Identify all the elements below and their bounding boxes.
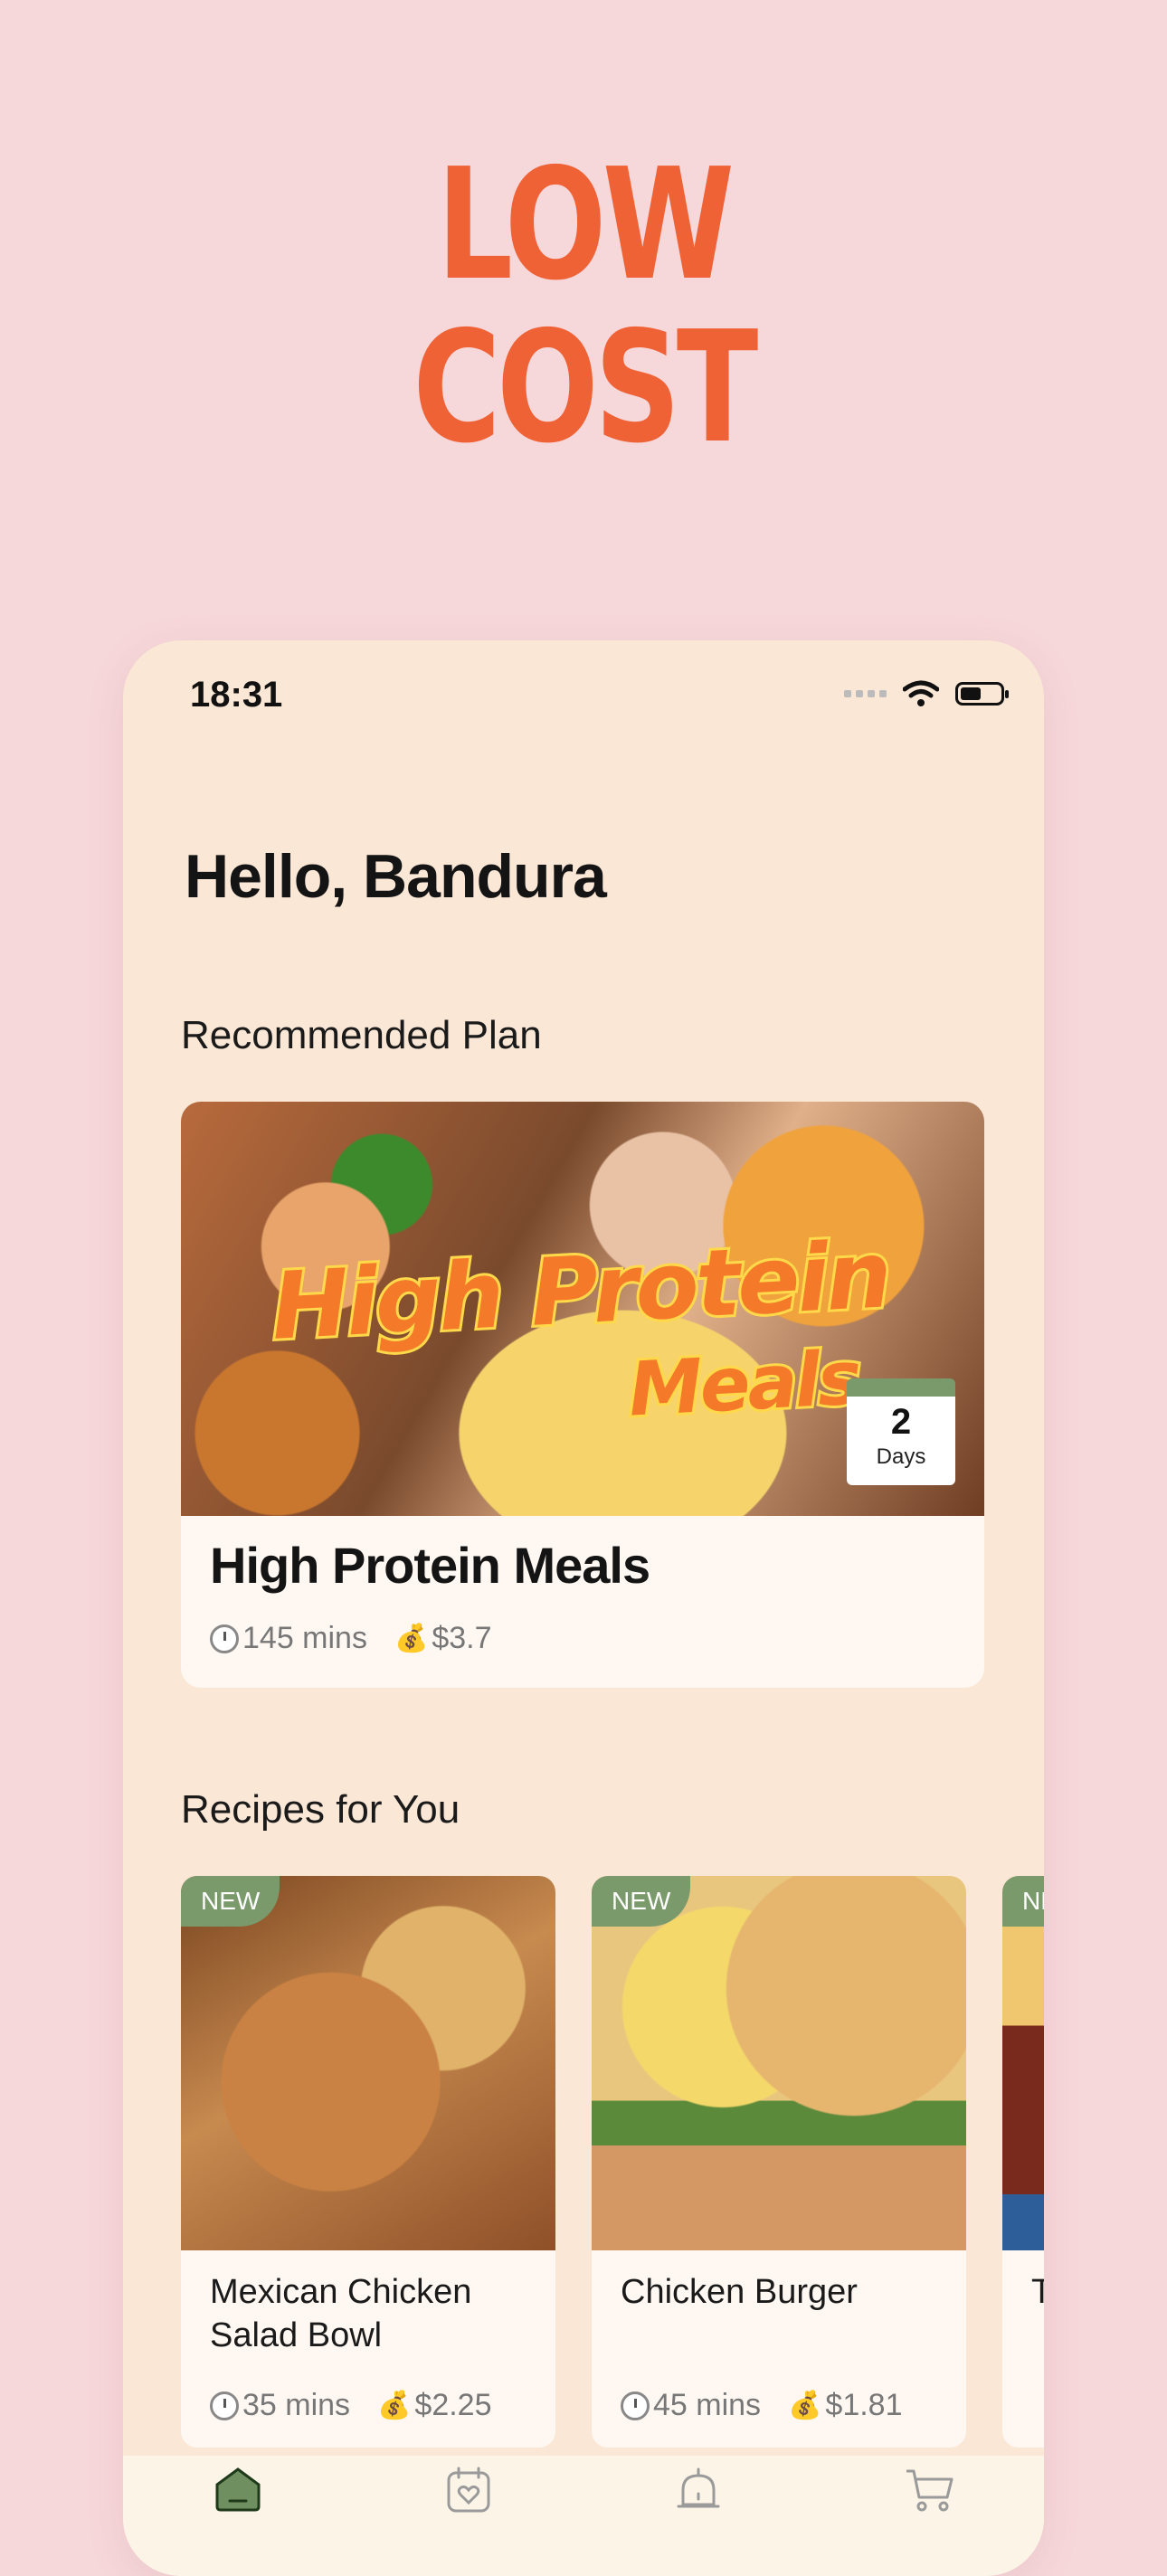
new-badge: NEW xyxy=(592,1876,691,1927)
plan-time: 145 mins xyxy=(242,1621,367,1655)
plan-image: High Protein Meals 2 Days xyxy=(181,1102,984,1516)
clock-icon xyxy=(210,2391,239,2420)
recipe-price: $1.81 xyxy=(825,2388,903,2422)
tab-cart[interactable] xyxy=(893,2456,965,2539)
recipes-heading: Recipes for You xyxy=(181,1787,460,1832)
cart-icon xyxy=(906,2469,954,2512)
home-icon xyxy=(215,2467,261,2512)
recipe-card[interactable]: NEW Mexican Chicken Salad Bowl 35 mins 💰… xyxy=(181,1876,555,2448)
bell-icon xyxy=(677,2467,720,2508)
new-badge: NEW xyxy=(1002,1876,1044,1927)
calendar-heart-icon xyxy=(447,2467,490,2513)
recipe-time: 35 mins xyxy=(242,2388,351,2422)
clock-icon xyxy=(210,1624,239,1653)
recipe-meta: 35 mins 💰 $2.25 xyxy=(210,2388,492,2423)
tab-home[interactable] xyxy=(202,2456,274,2539)
tab-notifications[interactable] xyxy=(662,2456,735,2539)
battery-icon xyxy=(955,682,1009,706)
money-bag-icon: 💰 xyxy=(788,2390,822,2420)
wifi-icon xyxy=(903,680,939,706)
plan-meta: 145 mins 💰 $3.7 xyxy=(210,1621,492,1656)
promo-headline-line2: COST xyxy=(413,298,758,478)
days-value: 2 xyxy=(890,1402,912,1442)
recipe-card[interactable]: NEW T xyxy=(1002,1876,1044,2448)
phone-screen: 18:31 Hello, Bandura Recommended Plan Hi… xyxy=(123,640,1044,2576)
recipe-image: NEW xyxy=(1002,1876,1044,2250)
plan-title: High Protein Meals xyxy=(210,1537,650,1594)
recipe-title: Mexican Chicken Salad Bowl xyxy=(210,2273,472,2354)
recipe-image: NEW xyxy=(592,1876,966,2250)
recipe-price: $2.25 xyxy=(414,2388,492,2422)
plan-price: $3.7 xyxy=(432,1621,492,1655)
new-badge: NEW xyxy=(181,1876,280,1927)
recommended-plan-card[interactable]: High Protein Meals 2 Days High Protein M… xyxy=(181,1102,984,1688)
money-bag-icon: 💰 xyxy=(394,1623,429,1653)
recipe-title: T xyxy=(1031,2273,1044,2311)
recipe-title: Chicken Burger xyxy=(621,2273,858,2311)
recommended-plan-heading: Recommended Plan xyxy=(181,1013,542,1057)
status-time: 18:31 xyxy=(190,675,283,715)
tab-plans[interactable] xyxy=(432,2456,505,2539)
days-label: Days xyxy=(876,1444,926,1469)
recipe-meta: 45 mins 💰 $1.81 xyxy=(621,2388,903,2423)
tab-bar xyxy=(123,2456,1044,2576)
status-icons xyxy=(844,680,1009,707)
greeting-title: Hello, Bandura xyxy=(185,842,607,911)
recipe-image: NEW xyxy=(181,1876,555,2250)
recipes-carousel[interactable]: NEW Mexican Chicken Salad Bowl 35 mins 💰… xyxy=(181,1876,1044,2448)
days-badge: 2 Days xyxy=(847,1378,955,1485)
recipe-time: 45 mins xyxy=(653,2388,762,2422)
signal-icon xyxy=(844,690,887,697)
clock-icon xyxy=(621,2391,650,2420)
plan-image-text-2: Meals xyxy=(624,1332,864,1435)
recipe-card[interactable]: NEW Chicken Burger 45 mins 💰 $1.81 xyxy=(592,1876,966,2448)
money-bag-icon: 💰 xyxy=(377,2390,412,2420)
promo-headline-line1: LOW xyxy=(436,136,735,315)
